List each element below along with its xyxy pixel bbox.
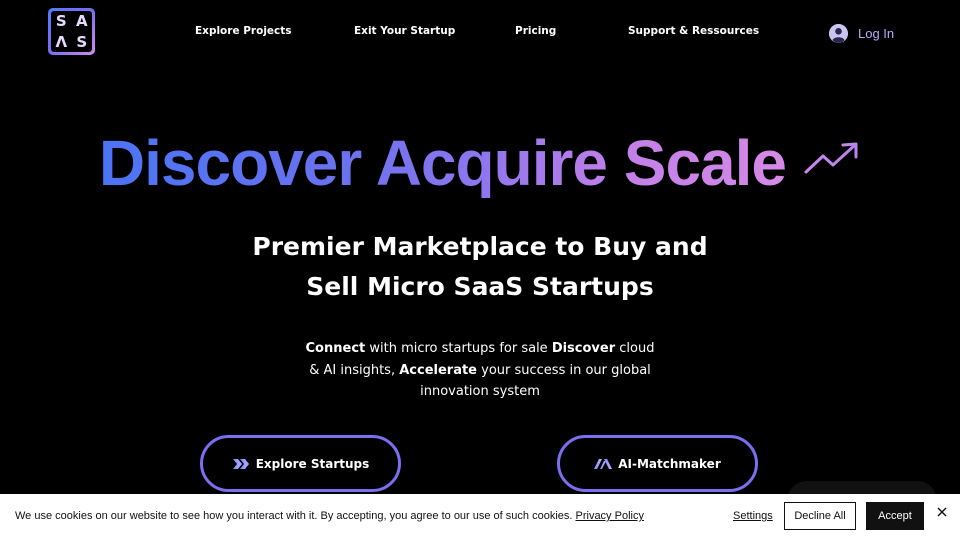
- login-button[interactable]: Log In: [829, 24, 894, 43]
- desc-text: your success in our global: [477, 362, 651, 378]
- cookie-settings-link[interactable]: Settings: [733, 510, 773, 522]
- cookie-banner: We use cookies on our website to see how…: [0, 494, 960, 540]
- accept-button[interactable]: Accept: [866, 502, 924, 530]
- desc-text: & AI insights,: [309, 362, 400, 378]
- desc-bold-accelerate: Accelerate: [399, 362, 477, 378]
- desc-bold-connect: Connect: [305, 341, 366, 356]
- decline-all-button[interactable]: Decline All: [784, 502, 856, 530]
- hero-subtitle: Premier Marketplace to Buy and Sell Micr…: [0, 227, 960, 307]
- main-nav: Explore Projects Exit Your Startup Prici…: [0, 25, 960, 41]
- desc-text: innovation system: [420, 384, 540, 399]
- explore-startups-label: Explore Startups: [255, 456, 370, 471]
- nav-item-explore-projects[interactable]: Explore Projects: [195, 25, 292, 37]
- description-line: & AI insights, Accelerate your success i…: [0, 360, 960, 382]
- desc-bold-discover: Discover: [551, 341, 616, 356]
- nav-item-exit-your-startup[interactable]: Exit Your Startup: [354, 25, 455, 37]
- description-line: innovation system: [0, 381, 960, 403]
- cookie-message-text: We use cookies on our website to see how…: [15, 510, 573, 522]
- description-line: Connect with micro startups for sale Dis…: [0, 338, 960, 360]
- hero-subtitle-line: Sell Micro SaaS Startups: [306, 272, 654, 301]
- desc-text: with micro startups for sale: [365, 341, 552, 356]
- close-icon[interactable]: [935, 504, 949, 518]
- ai-logo-icon: [594, 458, 613, 470]
- login-label: Log In: [858, 26, 895, 41]
- nav-item-pricing[interactable]: Pricing: [515, 25, 556, 37]
- trending-up-icon: [803, 141, 861, 181]
- nav-item-support-ressources[interactable]: Support & Ressources: [628, 25, 759, 37]
- double-chevron-right-icon: [232, 458, 250, 470]
- ai-matchmaker-button[interactable]: AI-Matchmaker: [557, 435, 758, 492]
- hero-description: Connect with micro startups for sale Dis…: [0, 338, 960, 403]
- explore-startups-button[interactable]: Explore Startups: [200, 435, 401, 492]
- privacy-policy-link[interactable]: Privacy Policy: [576, 510, 644, 522]
- user-avatar-icon: [829, 24, 848, 43]
- desc-text: cloud: [615, 341, 655, 356]
- hero-title: Discover Acquire Scale: [0, 128, 960, 198]
- hero-title-text: Discover Acquire Scale: [98, 127, 787, 199]
- cookie-message: We use cookies on our website to see how…: [15, 510, 644, 522]
- ai-matchmaker-label: AI-Matchmaker: [618, 456, 721, 471]
- hero-subtitle-line: Premier Marketplace to Buy and: [252, 232, 708, 261]
